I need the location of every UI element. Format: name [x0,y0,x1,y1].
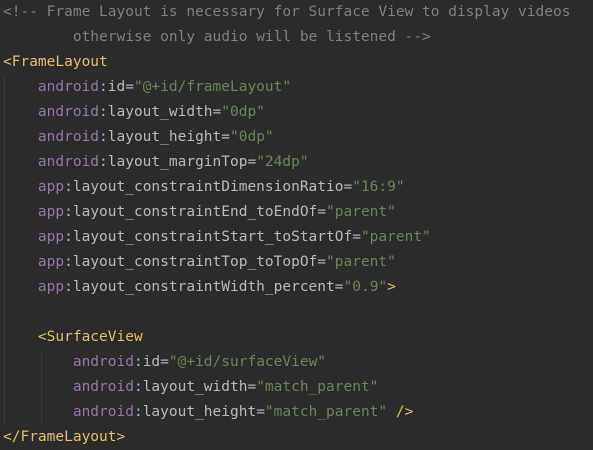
attr-namespace: app [37,229,65,245]
attr-namespace: android [37,104,100,120]
code-editor[interactable]: <!-- Frame Layout is necessary for Surfa… [0,0,593,447]
colon: : [99,129,108,145]
attr-name: layout_constraintEnd_toEndOf [72,204,318,220]
attr-value: "match_parent" [264,404,388,420]
equals: = [256,404,265,420]
xml-tag-self-close: /> [387,404,414,420]
attr-namespace: android [72,379,134,395]
xml-comment-text: otherwise only audio will be listened --… [72,29,431,45]
code-line-attribute[interactable]: android:id="@+id/frameLayout" [3,75,291,100]
xml-comment-text: <!-- Frame Layout is necessary for Surfa… [3,4,571,20]
colon: : [64,204,73,220]
attr-namespace: android [72,404,134,420]
equals: = [160,354,169,370]
colon: : [99,104,108,120]
equals: = [334,279,344,295]
code-line-attribute[interactable]: android:id="@+id/surfaceView" [3,350,326,375]
code-line-attribute[interactable]: app:layout_constraintStart_toStartOf="pa… [3,225,431,250]
attr-name: layout_constraintWidth_percent [72,279,335,295]
equals: = [221,129,230,145]
code-line-attribute[interactable]: app:layout_constraintWidth_percent="0.9"… [3,275,396,300]
code-line-attribute[interactable]: android:layout_width="match_parent" [3,375,379,400]
attr-value: "@+id/frameLayout" [133,79,292,95]
code-line-attribute[interactable]: android:layout_width="0dp" [3,100,265,125]
colon: : [64,279,73,295]
attr-value: "16:9" [352,179,405,195]
attr-namespace: android [72,354,134,370]
attr-name: layout_height [142,404,257,420]
attr-namespace: app [37,254,65,270]
equals: = [247,154,257,170]
equals: = [247,379,257,395]
colon: : [64,254,73,270]
equals: = [317,204,327,220]
code-line-attribute[interactable]: app:layout_constraintTop_toTopOf="parent… [3,250,396,275]
attr-namespace: app [37,179,65,195]
attr-name: id [142,354,161,370]
attr-namespace: app [37,279,65,295]
colon: : [64,229,73,245]
equals: = [352,229,361,245]
attr-name: id [107,79,126,95]
code-line-attribute[interactable]: app:layout_constraintEnd_toEndOf="parent… [3,200,396,225]
xml-tag-surfaceview-open: <SurfaceView [37,329,143,345]
attr-namespace: android [37,129,100,145]
colon: : [133,354,143,370]
equals: = [317,254,327,270]
code-line-surfaceview-open[interactable]: <SurfaceView [3,325,143,350]
colon: : [133,379,143,395]
code-line-attribute[interactable]: app:layout_constraintDimensionRatio="16:… [3,175,405,200]
code-line-attribute[interactable]: android:layout_height="match_parent" /> [3,400,414,425]
attr-namespace: android [37,154,100,170]
attr-value: "24dp" [256,154,309,170]
xml-tag-framelayout-open: <FrameLayout [3,54,108,70]
attr-value: "@+id/surfaceView" [168,354,327,370]
code-line-comment-1[interactable]: <!-- Frame Layout is necessary for Surfa… [3,0,570,25]
attr-value: "parent" [360,229,431,245]
equals: = [212,104,222,120]
attr-name: layout_width [107,104,213,120]
attr-name: layout_constraintStart_toStartOf [72,229,353,245]
attr-value: "match_parent" [256,379,379,395]
attr-value: "0dp" [221,104,265,120]
attr-name: layout_marginTop [107,154,248,170]
code-line-attribute[interactable]: android:layout_marginTop="24dp" [3,150,309,175]
code-line-attribute[interactable]: android:layout_height="0dp" [3,125,274,150]
attr-name: layout_height [107,129,222,145]
code-line-comment-2[interactable]: otherwise only audio will be listened --… [3,25,431,50]
colon: : [99,79,108,95]
attr-value: "0dp" [230,129,274,145]
attr-name: layout_constraintDimensionRatio [72,179,344,195]
equals: = [343,179,353,195]
colon: : [99,154,108,170]
attr-value: "0.9" [343,279,388,295]
xml-tag-open-end: > [387,279,396,295]
xml-tag-framelayout-close: </FrameLayout> [3,429,126,445]
code-line-framelayout-close[interactable]: </FrameLayout> [3,425,125,450]
attr-name: layout_width [142,379,248,395]
colon: : [133,404,143,420]
attr-namespace: android [37,79,100,95]
attr-value: "parent" [326,254,396,270]
colon: : [64,179,73,195]
code-line-framelayout-open[interactable]: <FrameLayout [3,50,108,75]
attr-name: layout_constraintTop_toTopOf [72,254,318,270]
attr-namespace: app [37,204,65,220]
equals: = [125,79,134,95]
attr-value: "parent" [326,204,396,220]
